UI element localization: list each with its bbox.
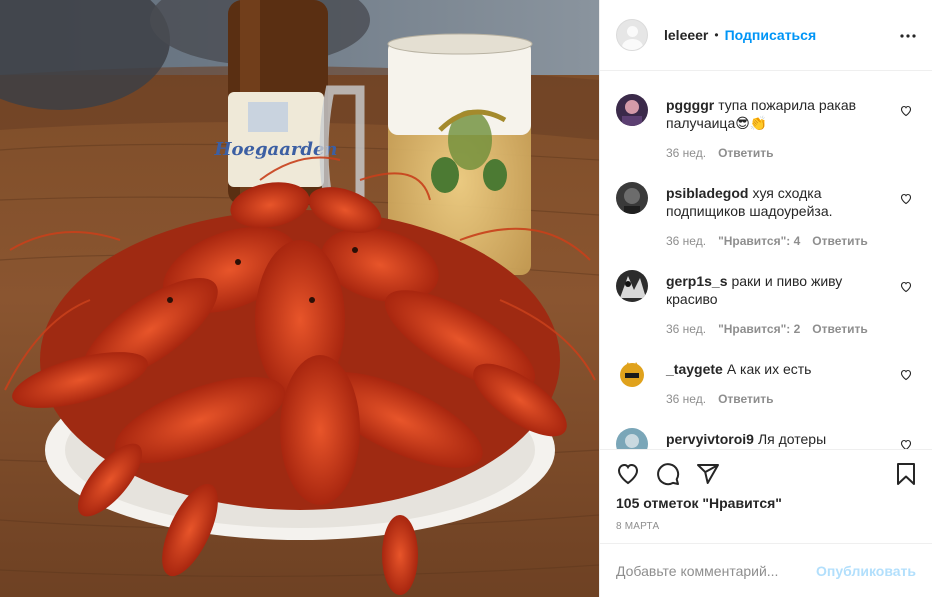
- reply-button[interactable]: Ответить: [718, 392, 773, 406]
- comment-time[interactable]: 36 нед.: [666, 146, 706, 160]
- crayfish-beer-image: Hoegaarden: [0, 0, 599, 597]
- comment-meta: 36 нед. "Нравится": 4 Ответить: [666, 234, 880, 248]
- comment-time[interactable]: 36 нед.: [666, 392, 706, 406]
- reply-button[interactable]: Ответить: [812, 322, 867, 336]
- commenter-avatar[interactable]: [616, 182, 648, 214]
- comment-heart-icon[interactable]: [900, 104, 912, 122]
- add-comment-bar: Опубликовать: [600, 543, 932, 597]
- comment-heart-icon[interactable]: [900, 368, 912, 386]
- post-photo: Hoegaarden: [0, 0, 599, 597]
- comment-input[interactable]: [616, 562, 817, 579]
- comment-username[interactable]: gerp1s_s: [666, 273, 727, 289]
- comment-text: Ля дотеры: [757, 431, 827, 447]
- comment-time[interactable]: 36 нед.: [666, 234, 706, 248]
- comment-body: psibladegod хуя сходка подпищиков шадоуре…: [666, 184, 886, 220]
- bookmark-icon[interactable]: [894, 462, 918, 491]
- post-header: leleeer • Подписаться: [600, 0, 932, 71]
- comment-time[interactable]: 36 нед.: [666, 322, 706, 336]
- comment-body: _taygete А как их есть: [666, 360, 886, 378]
- author-avatar[interactable]: [616, 19, 648, 51]
- follow-button[interactable]: Подписаться: [725, 27, 817, 43]
- comment-heart-icon[interactable]: [900, 192, 912, 210]
- likes-count[interactable]: 105 отметок "Нравится": [616, 495, 782, 511]
- comment-meta: 36 нед. Ответить: [666, 146, 786, 160]
- reply-button[interactable]: Ответить: [812, 234, 867, 248]
- comment-bubble-icon[interactable]: [656, 462, 680, 491]
- paper-plane-icon[interactable]: [696, 462, 720, 491]
- commenter-avatar[interactable]: [616, 94, 648, 126]
- post-date[interactable]: 8 марта: [616, 521, 659, 532]
- comment-body: pervyivtoroi9 Ля дотеры: [666, 430, 886, 448]
- post-action-bar: [600, 449, 932, 497]
- comment-username[interactable]: psibladegod: [666, 185, 748, 201]
- commenter-avatar[interactable]: [616, 428, 648, 449]
- commenter-avatar[interactable]: [616, 358, 648, 390]
- comment-heart-icon[interactable]: [900, 280, 912, 298]
- comments-list[interactable]: pggggr тупа пожарила ракав палучаица😎👏 36…: [600, 72, 932, 449]
- post-side-panel: leleeer • Подписаться pggggr тупа пожарил…: [599, 0, 932, 597]
- comment-likes-count[interactable]: "Нравится": 4: [718, 234, 800, 248]
- comment-heart-icon[interactable]: [900, 438, 912, 449]
- header-separator: •: [714, 28, 719, 42]
- comment-meta: 36 нед. "Нравится": 2 Ответить: [666, 322, 880, 336]
- comment-username[interactable]: pggggr: [666, 97, 714, 113]
- post-comment-button[interactable]: Опубликовать: [816, 563, 916, 579]
- commenter-avatar[interactable]: [616, 270, 648, 302]
- comment-likes-count[interactable]: "Нравится": 2: [718, 322, 800, 336]
- comment-meta: 36 нед. Ответить: [666, 392, 786, 406]
- comment-username[interactable]: _taygete: [666, 361, 723, 377]
- comment-username[interactable]: pervyivtoroi9: [666, 431, 754, 447]
- comment-text: А как их есть: [726, 361, 812, 377]
- heart-icon[interactable]: [616, 462, 640, 491]
- reply-button[interactable]: Ответить: [718, 146, 773, 160]
- more-dots-icon[interactable]: [900, 28, 916, 49]
- comment-body: pggggr тупа пожарила ракав палучаица😎👏: [666, 96, 886, 132]
- author-username[interactable]: leleeer: [664, 27, 708, 43]
- comment-body: gerp1s_s раки и пиво живу красиво: [666, 272, 886, 308]
